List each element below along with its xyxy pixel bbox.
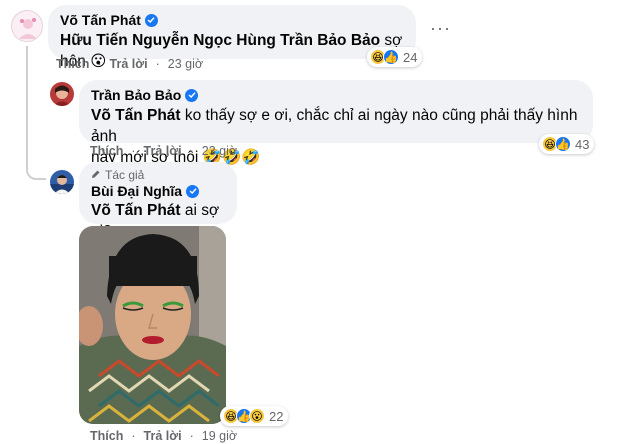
comment-actions: Thích · Trả lời · 23 giờ [56, 57, 204, 71]
comment-actions: Thích · Trả lời · 19 giờ [90, 429, 238, 443]
reply-button[interactable]: Trả lời [144, 429, 182, 443]
reaction-summary[interactable]: 😆 👍 24 [367, 47, 423, 67]
comment-author[interactable]: Bùi Đại Nghĩa [91, 183, 182, 199]
timestamp[interactable]: 23 giờ [168, 57, 203, 71]
author-badge: Tác giả [105, 168, 145, 182]
reaction-summary[interactable]: 😆 👍 😮 22 [220, 406, 289, 426]
reaction-count: 24 [403, 49, 418, 65]
comment-mention[interactable]: Võ Tấn Phát [91, 107, 181, 124]
avatar-tran-bao-bao[interactable] [50, 82, 74, 106]
avatar-vo-tan-phat[interactable] [11, 10, 43, 42]
more-options-icon[interactable]: ··· [430, 18, 451, 39]
comment-bubble-3: Tác giả Bùi Đại Nghĩa Võ Tấn Phát ai sợ … [79, 162, 237, 240]
thread-line [26, 164, 46, 180]
comment-mention[interactable]: Võ Tấn Phát [91, 202, 181, 219]
wow-reaction-icon: 😮 [249, 408, 265, 424]
comment-author[interactable]: Võ Tấn Phát [60, 12, 141, 28]
like-reaction-icon: 👍 [383, 49, 399, 65]
comment-author[interactable]: Trần Bảo Bảo [91, 87, 181, 103]
like-button[interactable]: Thích [90, 144, 123, 158]
avatar-bui-dai-nghia[interactable] [50, 170, 74, 194]
like-button[interactable]: Thích [56, 57, 89, 71]
reply-button[interactable]: Trả lời [110, 57, 148, 71]
timestamp[interactable]: 19 giờ [202, 429, 237, 443]
thread-line [26, 46, 28, 164]
verified-icon [186, 184, 200, 198]
timestamp[interactable]: 23 giờ [202, 144, 237, 158]
comment-mentions[interactable]: Hữu Tiến Nguyễn Ngọc Hùng Trần Bảo Bảo [60, 32, 380, 49]
like-reaction-icon: 👍 [555, 136, 571, 152]
reaction-summary[interactable]: 😆 👍 43 [539, 134, 595, 154]
comment-bubble-1: Võ Tấn Phát Hữu Tiến Nguyễn Ngọc Hùng Tr… [48, 5, 416, 70]
comment-actions: Thích · Trả lời · 23 giờ [90, 144, 238, 158]
verified-icon [185, 88, 199, 102]
reaction-count: 22 [269, 408, 284, 424]
pencil-icon [91, 168, 101, 182]
reaction-count: 43 [575, 136, 590, 152]
comment-photo[interactable] [79, 226, 226, 424]
reply-button[interactable]: Trả lời [144, 144, 182, 158]
comment-bubble-2: Trần Bảo Bảo Võ Tấn Phát ko thấy sợ e ơi… [79, 80, 593, 166]
verified-icon [144, 13, 158, 27]
like-button[interactable]: Thích [90, 429, 123, 443]
